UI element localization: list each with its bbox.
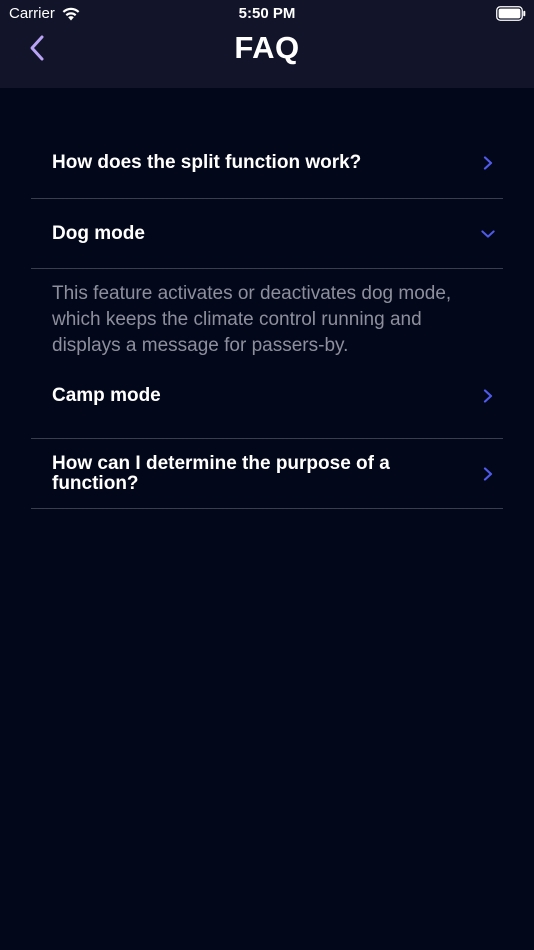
navigation-bar: FAQ: [0, 28, 534, 88]
faq-item-function-purpose[interactable]: How can I determine the purpose of a fun…: [31, 439, 503, 509]
faq-item-split-function[interactable]: How does the split function work?: [31, 128, 503, 199]
faq-question: Camp mode: [52, 384, 161, 406]
chevron-right-icon: [481, 156, 495, 170]
faq-item-dog-mode[interactable]: Dog mode: [31, 199, 503, 269]
status-bar: Carrier 5:50 PM: [0, 0, 534, 28]
faq-list: How does the split function work? Dog mo…: [31, 128, 503, 509]
faq-question-row: How can I determine the purpose of a fun…: [31, 439, 503, 508]
faq-question: How can I determine the purpose of a fun…: [52, 452, 390, 494]
status-time: 5:50 PM: [238, 5, 296, 22]
chevron-right-icon: [481, 466, 495, 481]
faq-question-row: Dog mode: [31, 199, 503, 268]
top-bar: Carrier 5:50 PM FAQ: [0, 0, 534, 88]
faq-item-camp-mode[interactable]: Camp mode: [31, 353, 503, 439]
battery-icon: [496, 6, 526, 21]
faq-answer-dog-mode: This feature activates or deactivates do…: [52, 283, 452, 356]
faq-question: How does the split function work?: [52, 152, 362, 173]
faq-question: Dog mode: [52, 222, 145, 244]
page-title: FAQ: [234, 30, 300, 65]
faq-question-row: How does the split function work?: [31, 128, 503, 198]
chevron-right-icon: [481, 388, 495, 403]
faq-question-row: Camp mode: [31, 353, 503, 438]
chevron-down-icon: [481, 227, 495, 241]
